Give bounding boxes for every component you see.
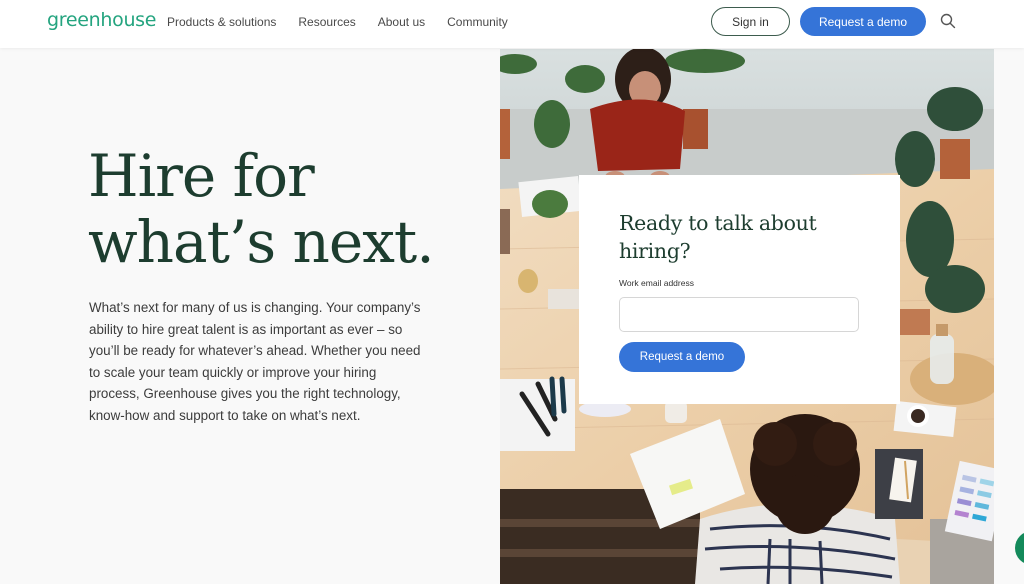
- photo-pot: [683, 109, 708, 149]
- hero-title: Hire for what’s next.: [88, 143, 488, 275]
- search-icon: [940, 13, 956, 28]
- hero-title-line-1: Hire for: [88, 142, 315, 210]
- nav-about-us[interactable]: About us: [378, 15, 425, 29]
- nav-community[interactable]: Community: [447, 15, 508, 29]
- demo-request-card: Ready to talk about hiring? Work email a…: [579, 175, 900, 404]
- work-email-input[interactable]: [619, 297, 859, 332]
- chat-widget-button[interactable]: [1015, 531, 1024, 565]
- hero-description: What’s next for many of us is changing. …: [89, 300, 421, 423]
- demo-card-title: Ready to talk about hiring?: [619, 211, 817, 263]
- work-email-label: Work email address: [619, 278, 694, 288]
- main-nav: Products & solutions Resources About us …: [167, 15, 530, 29]
- site-header: greenhouse Products & solutions Resource…: [0, 0, 1024, 48]
- greenhouse-logo[interactable]: greenhouse: [47, 9, 156, 31]
- nav-products-solutions[interactable]: Products & solutions: [167, 15, 276, 29]
- sign-in-button[interactable]: Sign in: [711, 7, 790, 36]
- request-demo-form-button[interactable]: Request a demo: [619, 342, 745, 372]
- request-demo-header-button[interactable]: Request a demo: [800, 7, 926, 36]
- nav-resources[interactable]: Resources: [298, 15, 355, 29]
- search-button[interactable]: [938, 12, 958, 32]
- hero-title-line-2: what’s next.: [88, 208, 435, 276]
